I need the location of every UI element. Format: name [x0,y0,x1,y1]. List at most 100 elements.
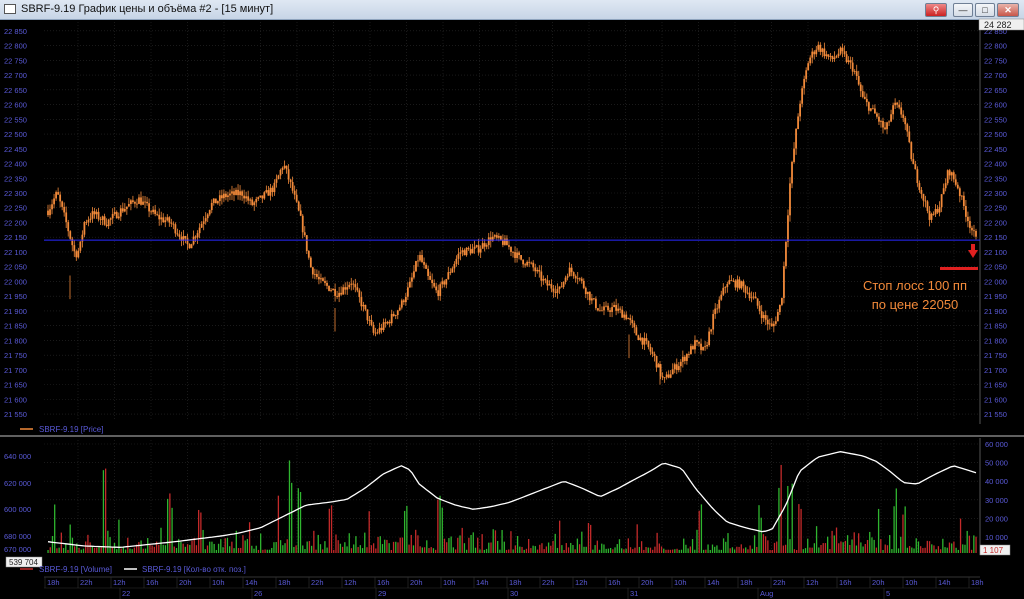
price-candle [894,102,897,106]
price-candle [946,170,949,184]
price-candle [880,120,882,122]
volume-bar [268,549,271,553]
price-candle [734,280,737,288]
price-candle [627,318,630,320]
volume-bar [109,537,111,553]
price-candle [459,252,462,254]
price-candle [560,286,563,288]
price-candle [962,195,965,207]
volume-bar [581,531,583,553]
price-candle [661,376,664,378]
price-candle [73,245,76,252]
volume-bar [904,506,906,553]
price-candle [408,281,411,288]
price-candle [892,105,895,115]
volume-bar [700,504,703,553]
volume-bar [483,549,486,553]
volume-bar [603,544,605,553]
volume-bar [798,504,800,553]
time-label: 16h [608,578,621,587]
price-candle [530,262,533,264]
price-tick-left: 21 600 [4,395,27,404]
date-label: Aug [760,589,773,598]
volume-bar [685,544,687,553]
volume-bar [687,548,689,553]
price-candle [847,60,850,63]
price-tick-right: 22 200 [984,218,1007,227]
price-candle [948,170,951,176]
price-candle [212,198,215,203]
volume-bar [519,546,521,553]
price-tick-left: 22 700 [4,71,27,80]
price-candle [59,194,62,202]
volume-bar [869,531,871,553]
price-candle [328,285,330,291]
volume-bar [415,529,417,553]
price-candle [237,189,239,196]
price-candle [115,212,118,219]
price-candle [283,165,286,168]
annotation-line-2: по цене 22050 [871,297,959,312]
price-candle [305,235,308,251]
volume-bar [328,508,330,553]
volume-bar [341,546,344,553]
price-candle [146,201,148,204]
price-candle [685,354,688,361]
price-candle [93,211,96,215]
price-candle [103,216,106,225]
price-candle [471,248,474,254]
price-candle [222,193,225,199]
volume-bar [545,546,548,553]
price-candle [950,172,953,176]
volume-bar [532,545,534,553]
price-candle [295,194,298,202]
price-candle [617,308,620,311]
price-candle [344,287,347,290]
volume-bar [953,541,955,553]
price-candle [85,222,88,223]
volume-bar [364,532,366,553]
price-candle [958,188,961,197]
price-candle [358,290,361,298]
volume-bar [669,549,672,553]
volume-bar [454,549,457,553]
price-candle [378,327,381,333]
volume-bar [811,547,813,553]
volume-bar [813,543,816,553]
price-candle [320,278,322,280]
price-candle [930,213,933,220]
volume-bar [926,540,928,553]
price-candle [520,255,522,260]
price-candle [871,108,874,110]
price-candle [922,193,925,201]
price-candle [455,258,458,264]
volume-bar [771,549,773,553]
price-candle [906,124,909,132]
volume-bar [299,491,302,553]
price-candle [645,338,648,341]
volume-bar [308,541,311,553]
volume-bar [968,535,971,553]
volume-bar [955,547,957,553]
price-candle [730,280,733,281]
price-candle [655,355,658,368]
price-candle [475,245,478,247]
volume-bar [253,548,255,553]
volume-bar [835,527,838,553]
price-candle [77,250,80,258]
volume-bar [590,524,592,553]
volume-bar [335,534,337,553]
price-candle [164,220,167,223]
price-candle [586,291,589,295]
volume-bar [448,538,450,553]
price-candle [261,195,264,199]
time-label: 14h [938,578,951,587]
volume-bar [330,505,333,553]
price-tick-left: 22 550 [4,115,27,124]
price-candle [390,313,393,324]
volume-bar [222,547,224,553]
cursor-value-label: 539 704 [9,558,38,567]
price-candle [483,243,486,247]
volume-bar [166,498,169,553]
price-candle [952,172,955,180]
